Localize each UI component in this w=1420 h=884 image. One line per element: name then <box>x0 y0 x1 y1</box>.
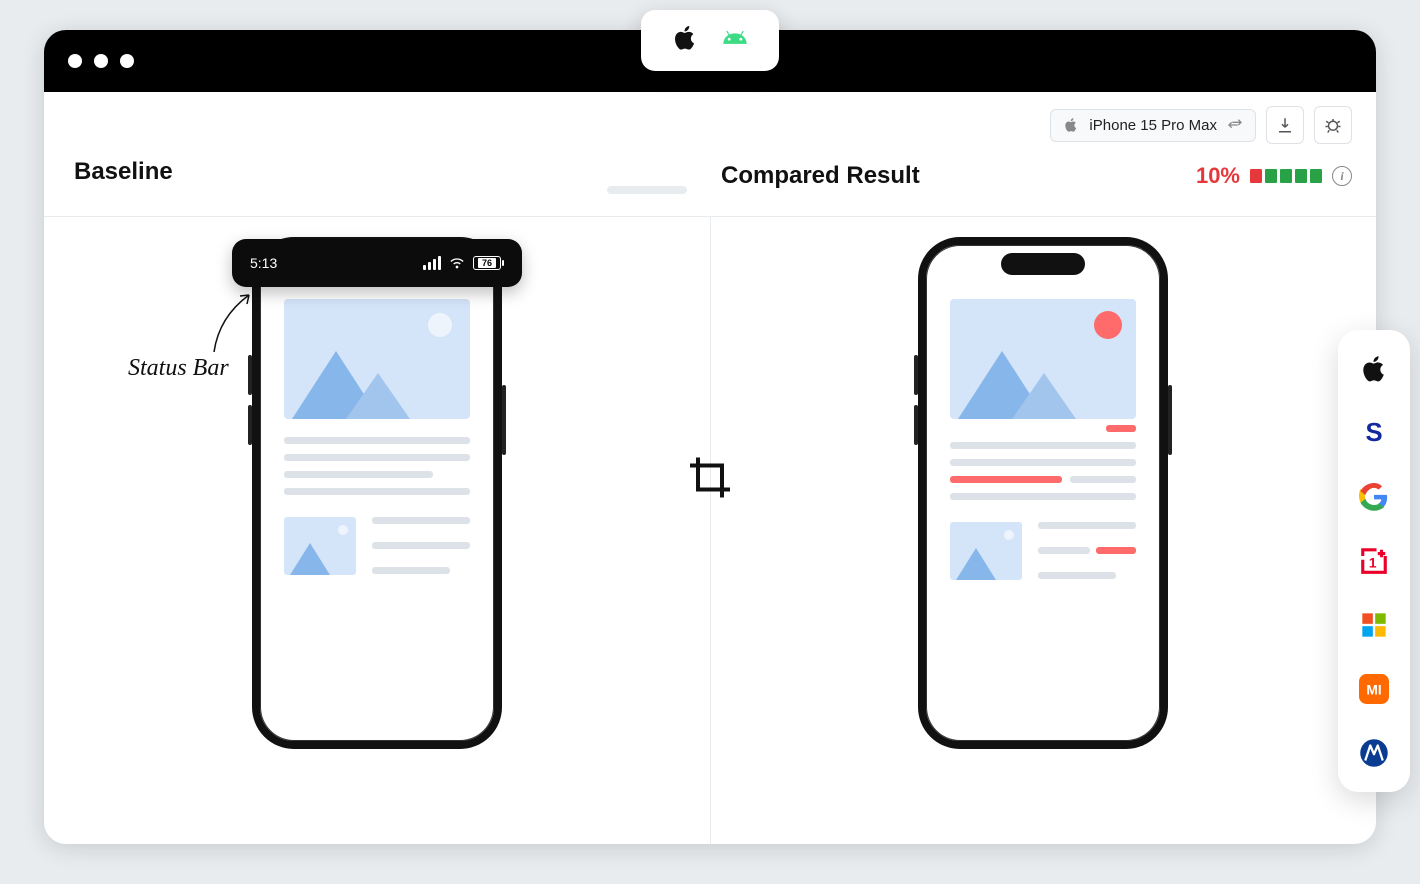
mock-text-line <box>1070 476 1136 483</box>
opacity-slider[interactable] <box>607 186 687 194</box>
mock-hero-image <box>284 299 470 419</box>
diff-highlight <box>1106 425 1136 432</box>
mock-text-line <box>950 442 1136 449</box>
svg-text:MI: MI <box>1366 683 1381 698</box>
svg-text:S: S <box>1365 419 1382 447</box>
wifi-icon <box>449 255 465 271</box>
mock-text-line <box>950 493 1136 500</box>
brand-google[interactable] <box>1357 480 1391 514</box>
brand-samsung[interactable]: S <box>1357 416 1391 450</box>
toolbar: iPhone 15 Pro Max <box>44 92 1376 158</box>
mock-text-line <box>950 459 1136 466</box>
mock-text-line <box>284 471 433 478</box>
compare-pane: 5:13 76 Status Bar <box>44 217 1376 844</box>
baseline-screen <box>260 245 494 741</box>
mock-text-line <box>284 488 470 495</box>
baseline-device-frame <box>252 237 502 749</box>
compared-screen <box>926 245 1160 741</box>
brand-apple[interactable] <box>1357 352 1391 386</box>
brand-xiaomi[interactable]: MI <box>1357 672 1391 706</box>
diff-highlight <box>1096 547 1136 554</box>
status-time: 5:13 <box>250 255 277 271</box>
status-bar-annotation: Status Bar <box>128 355 229 382</box>
android-icon[interactable] <box>721 24 749 57</box>
svg-text:1: 1 <box>1369 555 1377 570</box>
mock-text-line <box>372 542 470 549</box>
app-window: iPhone 15 Pro Max Baseline Compared Resu… <box>44 30 1376 844</box>
brand-rail: S 1 MI <box>1338 330 1410 792</box>
status-bar-overlay: 5:13 76 <box>232 239 522 287</box>
device-selector[interactable]: iPhone 15 Pro Max <box>1050 109 1256 142</box>
baseline-pane: 5:13 76 Status Bar <box>44 217 710 844</box>
signal-icon <box>423 256 441 270</box>
mock-text-line <box>284 454 470 461</box>
mock-text-line <box>284 437 470 444</box>
brand-microsoft[interactable] <box>1357 608 1391 642</box>
window-traffic-lights[interactable] <box>68 54 134 68</box>
device-label: iPhone 15 Pro Max <box>1089 117 1217 134</box>
mock-text-line <box>1038 572 1116 579</box>
crop-icon[interactable] <box>686 454 734 507</box>
swap-icon <box>1227 117 1243 133</box>
mock-text-line <box>372 517 470 524</box>
platform-selector[interactable] <box>641 10 779 71</box>
diff-highlight <box>950 476 1062 483</box>
quality-indicator <box>1250 169 1322 183</box>
download-button[interactable] <box>1266 106 1304 144</box>
info-icon[interactable]: i <box>1332 166 1352 186</box>
mock-hero-image <box>950 299 1136 419</box>
apple-icon[interactable] <box>671 24 699 57</box>
battery-icon: 76 <box>473 256 504 270</box>
bug-button[interactable] <box>1314 106 1352 144</box>
brand-motorola[interactable] <box>1357 736 1391 770</box>
baseline-heading: Baseline <box>74 158 173 185</box>
compared-device-frame <box>918 237 1168 749</box>
mock-thumb-image <box>950 522 1022 580</box>
apple-icon <box>1063 117 1079 133</box>
compare-headers: Baseline Compared Result 10% i <box>44 158 1376 217</box>
diff-highlight <box>1094 311 1122 339</box>
diff-percentage: 10% <box>1196 163 1240 189</box>
compared-pane <box>710 217 1376 844</box>
mock-text-line <box>372 567 450 574</box>
brand-oneplus[interactable]: 1 <box>1357 544 1391 578</box>
compared-heading: Compared Result <box>721 162 920 190</box>
mock-text-line <box>1038 547 1090 554</box>
mock-text-line <box>1038 522 1136 529</box>
mock-thumb-image <box>284 517 356 575</box>
